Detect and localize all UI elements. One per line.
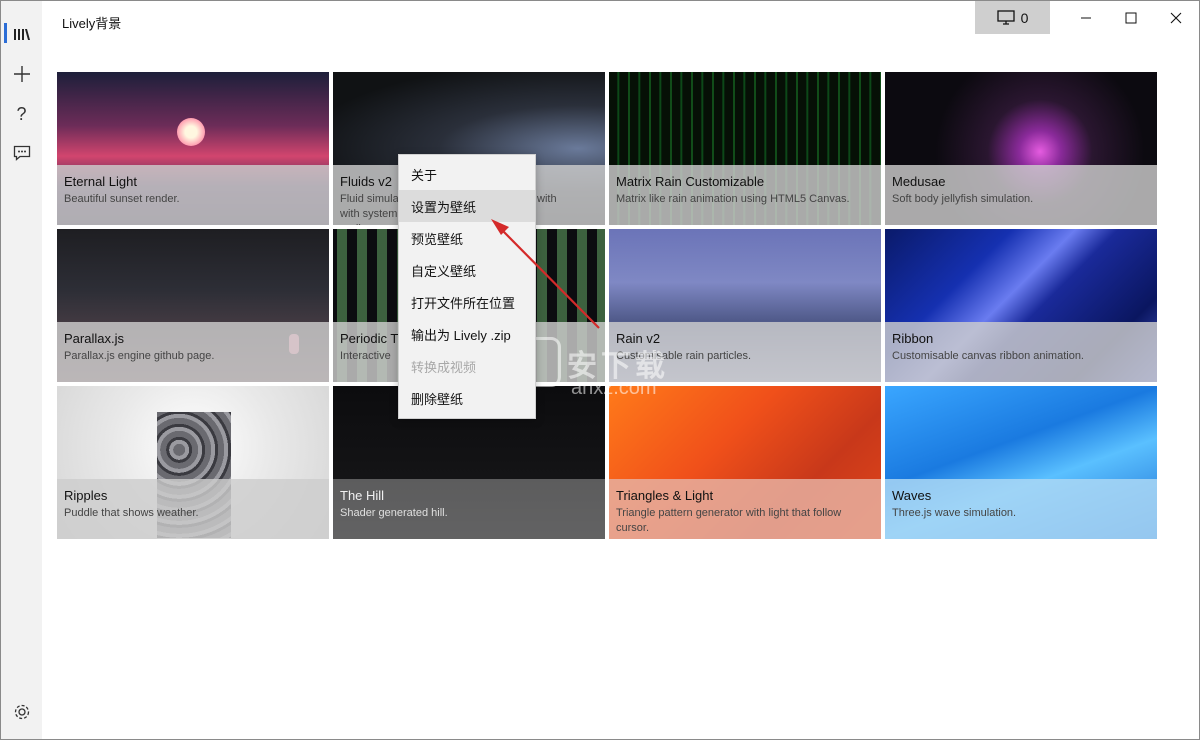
- minimize-button[interactable]: [1063, 1, 1109, 34]
- wallpaper-tile-medusae[interactable]: Medusae Soft body jellyfish simulation.: [885, 72, 1157, 225]
- tile-name: Triangles & Light: [616, 488, 714, 503]
- tile-name: The Hill: [340, 488, 385, 503]
- wallpaper-tile-ripples[interactable]: Ripples Puddle that shows weather.: [57, 386, 329, 539]
- tile-name: Parallax.js: [64, 331, 124, 346]
- tile-desc: Matrix like rain animation using HTML5 C…: [616, 193, 850, 205]
- menu-item-set-wallpaper[interactable]: 设置为壁纸: [399, 190, 535, 222]
- app-window: ? Lively背景 0 Eternal Light Beautiful suns…: [0, 0, 1200, 740]
- menu-item-about[interactable]: 关于: [399, 158, 535, 190]
- tile-desc: Beautiful sunset render.: [64, 193, 180, 205]
- wallpaper-tile-eternal-light[interactable]: Eternal Light Beautiful sunset render.: [57, 72, 329, 225]
- close-button[interactable]: [1153, 1, 1199, 34]
- monitor-button[interactable]: 0: [975, 1, 1050, 34]
- add-icon[interactable]: [1, 56, 42, 92]
- wallpaper-tile-rain-v2[interactable]: Rain v2 Customisable rain particles.: [609, 229, 881, 382]
- tile-name: Ribbon: [892, 331, 934, 346]
- wallpaper-tile-triangles-light[interactable]: Triangles & Light Triangle pattern genera…: [609, 386, 881, 539]
- wallpaper-tile-waves[interactable]: Waves Three.js wave simulation.: [885, 386, 1157, 539]
- tile-name: Medusae: [892, 174, 946, 189]
- tile-name: Waves: [892, 488, 932, 503]
- tile-name: Ripples: [64, 488, 108, 503]
- menu-item-export-zip[interactable]: 输出为 Lively .zip: [399, 318, 535, 350]
- wallpaper-tile-ribbon[interactable]: Ribbon Customisable canvas ribbon animati…: [885, 229, 1157, 382]
- menu-item-customise[interactable]: 自定义壁纸: [399, 254, 535, 286]
- library-icon[interactable]: [1, 16, 42, 52]
- settings-icon[interactable]: [1, 694, 42, 730]
- context-menu: 关于 设置为壁纸 预览壁纸 自定义壁纸 打开文件所在位置 输出为 Lively …: [398, 154, 536, 419]
- tile-name: Rain v2: [616, 331, 661, 346]
- maximize-button[interactable]: [1108, 1, 1154, 34]
- tile-desc: Triangle pattern generator with light th…: [616, 507, 842, 534]
- window-title: Lively背景: [62, 16, 122, 31]
- tile-desc: Customisable rain particles.: [616, 350, 752, 362]
- tile-name: Matrix Rain Customizable: [616, 174, 765, 189]
- menu-item-delete[interactable]: 删除壁纸: [399, 382, 535, 414]
- wallpaper-tile-parallax[interactable]: Parallax.js Parallax.js engine github pag…: [57, 229, 329, 382]
- tile-desc: Customisable canvas ribbon animation.: [892, 350, 1084, 362]
- tile-desc: Shader generated hill.: [340, 507, 448, 519]
- tile-desc: Soft body jellyfish simulation.: [892, 193, 1034, 205]
- feedback-icon[interactable]: [1, 135, 42, 171]
- tile-desc: Three.js wave simulation.: [892, 507, 1017, 519]
- tile-name: Eternal Light: [64, 174, 137, 189]
- help-icon[interactable]: ?: [1, 96, 42, 132]
- menu-item-convert-video: 转换成视频: [411, 359, 477, 375]
- menu-item-preview[interactable]: 预览壁纸: [399, 222, 535, 254]
- wallpaper-grid: Eternal Light Beautiful sunset render. Fl…: [57, 72, 1157, 539]
- wallpaper-tile-matrix-rain[interactable]: Matrix Rain Customizable Matrix like rain…: [609, 72, 881, 225]
- monitor-count: 0: [1020, 9, 1029, 26]
- monitor-icon: [996, 10, 1015, 25]
- tile-desc: Puddle that shows weather.: [64, 507, 199, 519]
- menu-item-open-location[interactable]: 打开文件所在位置: [399, 286, 535, 318]
- tile-desc: Parallax.js engine github page.: [64, 350, 215, 362]
- sidebar: ?: [1, 1, 42, 739]
